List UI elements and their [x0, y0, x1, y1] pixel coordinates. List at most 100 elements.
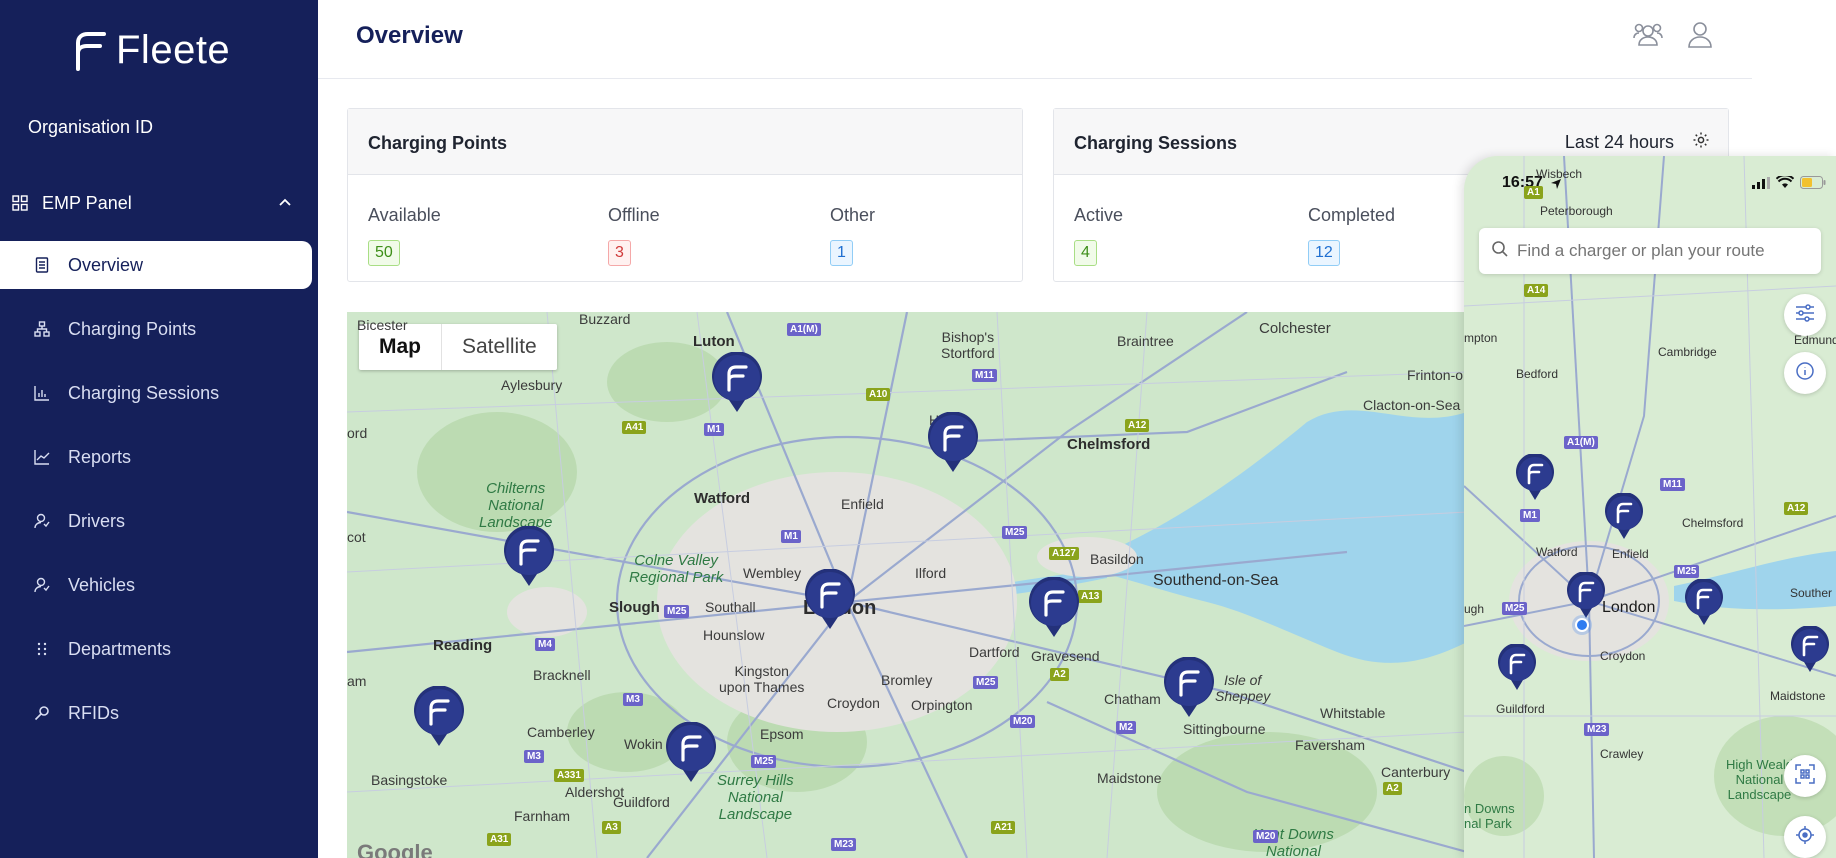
map-label: Wisbech — [1536, 167, 1583, 181]
satellite-view-button[interactable]: Satellite — [442, 324, 557, 370]
charger-search-input[interactable] — [1517, 241, 1807, 261]
charger-map-pin[interactable] — [711, 352, 763, 414]
road-shield: A31 — [487, 833, 512, 846]
map-label: Enfield — [1612, 547, 1649, 561]
map-label: Watford — [694, 490, 751, 507]
road-shield: M3 — [524, 750, 544, 763]
map-label: Whitstable — [1320, 705, 1386, 721]
sidebar-item-overview[interactable]: Overview — [0, 241, 312, 289]
map-label: Bicester — [357, 317, 408, 333]
map-label: Kingston upon Thames — [719, 663, 805, 695]
road-shield: M25 — [664, 605, 690, 618]
user-profile-icon[interactable] — [1684, 18, 1716, 50]
chevron-up-icon — [278, 194, 292, 215]
brand-logo[interactable]: Fleete — [74, 28, 230, 73]
map-label: Ilford — [915, 565, 947, 581]
sidebar-item-drivers[interactable]: Drivers — [0, 497, 312, 545]
charger-map-pin[interactable] — [804, 569, 856, 631]
sidebar-item-charging-points[interactable]: Charging Points — [0, 305, 312, 353]
team-icon[interactable] — [1632, 18, 1664, 50]
map-label: Farnham — [514, 808, 571, 824]
road-shield: A14 — [1524, 284, 1549, 297]
charger-map-pin[interactable] — [1566, 572, 1606, 620]
map-label: Guildford — [1496, 702, 1545, 716]
stat-other[interactable]: Other 1 — [830, 205, 875, 266]
stat-completed[interactable]: Completed 12 — [1308, 205, 1395, 266]
gear-icon[interactable] — [1692, 131, 1710, 154]
map-label: Aylesbury — [501, 377, 563, 393]
map-label: Colchester — [1259, 320, 1331, 337]
stat-offline[interactable]: Offline 3 — [608, 205, 660, 266]
person-icon — [34, 577, 50, 593]
sidebar-item-rfids[interactable]: RFIDs — [0, 689, 312, 737]
road-shield: M25 — [751, 755, 777, 768]
map-label: Crawley — [1600, 747, 1644, 761]
emp-panel-label: EMP Panel — [42, 192, 132, 213]
map-label: Camberley — [527, 724, 595, 740]
line-chart-icon — [34, 449, 50, 465]
my-location-button[interactable] — [1784, 816, 1826, 858]
map-label: Basingstoke — [371, 772, 448, 788]
map-label: Bracknell — [533, 667, 591, 683]
info-button[interactable] — [1784, 352, 1826, 394]
map-label: Bromley — [881, 672, 933, 688]
sidebar-item-charging-sessions[interactable]: Charging Sessions — [0, 369, 312, 417]
charger-map-pin[interactable] — [413, 686, 465, 748]
map-label: Chelmsford — [1067, 436, 1151, 453]
road-shield: M20 — [1253, 830, 1279, 843]
map-label: Frinton-o — [1407, 367, 1464, 383]
sidebar-item-vehicles[interactable]: Vehicles — [0, 561, 312, 609]
filter-button[interactable] — [1784, 294, 1826, 336]
map-label: Wokin — [624, 736, 663, 752]
road-shield: A1(M) — [1564, 436, 1598, 449]
time-range-label[interactable]: Last 24 hours — [1565, 132, 1674, 153]
charger-map-pin[interactable] — [1028, 577, 1080, 639]
charger-map-pin[interactable] — [1604, 493, 1644, 541]
stat-available[interactable]: Available 50 — [368, 205, 441, 266]
info-icon — [1795, 361, 1815, 386]
charger-map-pin[interactable] — [927, 412, 979, 474]
stat-label: Active — [1074, 205, 1124, 225]
charger-map-pin[interactable] — [1515, 454, 1555, 502]
sidebar-item-label: RFIDs — [68, 702, 119, 723]
charger-map-pin[interactable] — [1790, 626, 1830, 674]
charger-map[interactable]: Map Satellite Bicester Buzzard Luton Bis… — [347, 312, 1467, 858]
map-label: cot — [347, 529, 366, 545]
road-shield: M4 — [535, 638, 555, 651]
charger-map-pin[interactable] — [665, 722, 717, 784]
document-icon — [34, 257, 50, 273]
map-label: Epsom — [760, 726, 804, 742]
road-shield: M11 — [1660, 478, 1685, 491]
road-shield: M25 — [1502, 602, 1528, 615]
map-label: Maidstone — [1097, 770, 1162, 786]
road-shield: A10 — [866, 388, 891, 401]
network-icon — [34, 321, 50, 337]
road-shield: M23 — [1584, 723, 1610, 736]
qr-code-icon — [1795, 763, 1815, 789]
card-title: Charging Points — [368, 133, 507, 153]
stat-active[interactable]: Active 4 — [1074, 205, 1123, 266]
phone-search-bar[interactable] — [1479, 228, 1821, 274]
stat-label: Offline — [608, 205, 660, 225]
map-label: Croydon — [1600, 649, 1646, 663]
road-shield: A13 — [1078, 590, 1103, 603]
charger-map-pin[interactable] — [1163, 657, 1215, 719]
map-label: Wembley — [743, 565, 802, 581]
road-shield: A2 — [1383, 782, 1402, 795]
filter-sliders-icon — [1795, 303, 1815, 327]
road-shield: A1(M) — [787, 323, 821, 336]
map-label: Souther — [1790, 586, 1833, 600]
emp-panel-toggle[interactable]: EMP Panel — [12, 190, 302, 216]
sidebar-item-departments[interactable]: Departments — [0, 625, 312, 673]
wifi-icon — [1776, 176, 1794, 188]
charger-map-pin[interactable] — [503, 526, 555, 588]
organisation-id[interactable]: Organisation ID — [28, 117, 153, 138]
charger-map-pin[interactable] — [1497, 644, 1537, 692]
card-title: Charging Sessions — [1074, 133, 1238, 153]
map-label: Clacton-on-Sea — [1363, 397, 1461, 413]
sidebar-item-reports[interactable]: Reports — [0, 433, 312, 481]
qr-scan-button[interactable] — [1784, 755, 1826, 797]
charger-map-pin[interactable] — [1684, 579, 1724, 627]
map-label: Colne Valley Regional Park — [629, 552, 724, 586]
map-label: Faversham — [1295, 737, 1366, 753]
